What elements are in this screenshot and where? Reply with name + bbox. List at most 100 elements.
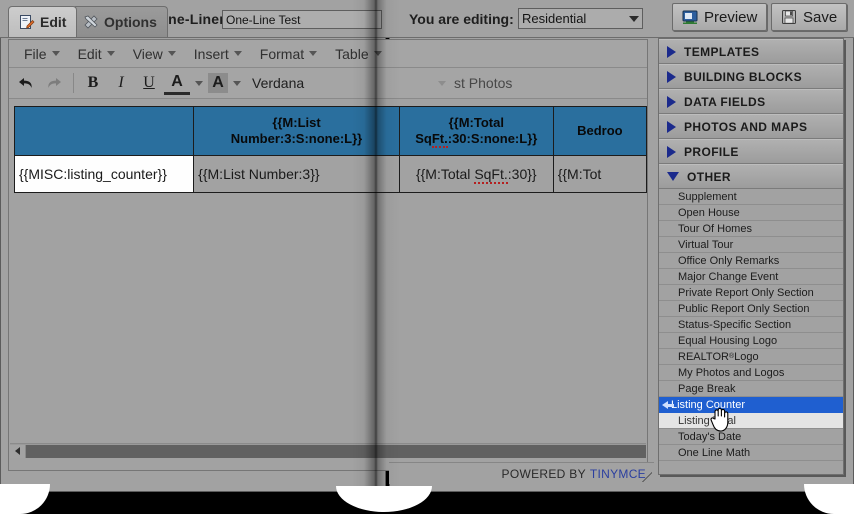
chevron-down-icon	[233, 51, 242, 56]
sidebar-section-label: OTHER	[687, 169, 731, 184]
sidebar-item-tour-of-homes[interactable]: Tour Of Homes	[659, 221, 843, 237]
text-color-chevron-down-icon[interactable]	[192, 71, 206, 95]
powered-by-label: POWERED BY	[501, 466, 586, 481]
cell-total-sqft[interactable]: {{M:Total SqFt.:30}}	[398, 155, 554, 193]
table-body-row: {{MISC:listing_counter}} {{M:List Number…	[13, 155, 647, 193]
preview-button[interactable]: Preview	[672, 3, 768, 31]
menu-edit[interactable]: Edit	[69, 44, 124, 64]
scrollbar-thumb[interactable]	[26, 444, 646, 458]
font-size-select[interactable]: st Photos	[448, 75, 568, 91]
sidebar-section-label: TEMPLATES	[684, 44, 760, 59]
tab-options[interactable]: Options	[72, 6, 168, 37]
menu-file-label: File	[24, 45, 47, 62]
sidebar-section-photos-and-maps[interactable]: PHOTOS AND MAPS	[659, 114, 843, 139]
sidebar-item-virtual-tour[interactable]: Virtual Tour	[659, 237, 843, 253]
triangle-right-icon	[667, 70, 676, 83]
chevron-down-icon	[373, 51, 382, 56]
page-curl-left	[0, 484, 50, 514]
sidebar-section-building-blocks[interactable]: BUILDING BLOCKS	[659, 64, 843, 89]
sidebar-item-open-house[interactable]: Open House	[659, 205, 843, 221]
sidebar-section-other[interactable]: OTHER	[659, 164, 843, 189]
sidebar-item-public-report-only-section[interactable]: Public Report Only Section	[659, 301, 843, 317]
sidebar-section-data-fields[interactable]: DATA FIELDS	[659, 89, 843, 114]
editor-canvas[interactable]: {{M:List Number:3:S:none:L}} {{M:Total SqF…	[9, 100, 647, 470]
sidebar-item-my-photos-and-logos[interactable]: My Photos and Logos	[659, 365, 843, 381]
cell-bedrooms[interactable]: {{M:Tot	[552, 155, 647, 193]
table-header-row: {{M:List Number:3:S:none:L}} {{M:Total SqF…	[13, 106, 647, 156]
cell-list-number[interactable]: {{M:List Number:3}}	[193, 155, 400, 193]
bold-button[interactable]: B	[80, 71, 106, 95]
editor-horizontal-scrollbar[interactable]	[10, 443, 646, 458]
tab-edit[interactable]: Edit	[8, 6, 78, 37]
sidebar-item-office-only-remarks[interactable]: Office Only Remarks	[659, 253, 843, 269]
text-color-button[interactable]: A	[164, 72, 190, 95]
font-family-select[interactable]: Verdana	[246, 75, 446, 91]
sidebar-item-page-break[interactable]: Page Break	[659, 381, 843, 397]
app-root: File Edit View Insert Format Table B I U…	[0, 0, 854, 514]
menu-table[interactable]: Table	[326, 44, 390, 64]
background-color-chevron-down-icon[interactable]	[230, 71, 244, 95]
sidebar-item-listing-counter[interactable]: Listing Counter	[659, 397, 843, 413]
header-cell-blank[interactable]	[13, 106, 195, 156]
undo-arrow-icon[interactable]	[13, 71, 39, 95]
menu-table-label: Table	[335, 45, 369, 62]
sidebar-item-label: Major Change Event	[678, 270, 779, 283]
save-button-label: Save	[803, 8, 838, 26]
sidebar-item-private-report-only-section[interactable]: Private Report Only Section	[659, 285, 843, 301]
font-family-value: Verdana	[252, 75, 305, 91]
save-button[interactable]: Save	[771, 3, 848, 31]
sidebar-item-one-line-math[interactable]: One Line Math	[659, 445, 843, 461]
redo-arrow-icon	[41, 71, 67, 95]
underline-button[interactable]: U	[136, 71, 162, 95]
merge-field-table: {{M:List Number:3:S:none:L}} {{M:Total SqF…	[13, 106, 647, 193]
scroll-left-arrow-icon[interactable]	[10, 444, 26, 458]
menu-view[interactable]: View	[124, 44, 185, 64]
sidebar-item-supplement[interactable]: Supplement	[659, 189, 843, 205]
chevron-down-icon	[167, 51, 176, 56]
sidebar-item-equal-housing-logo[interactable]: Equal Housing Logo	[659, 333, 843, 349]
chevron-down-icon	[51, 51, 60, 56]
toolbar-divider	[73, 73, 74, 93]
editing-type-select[interactable]: Residential	[518, 8, 643, 29]
sidebar-item-label: Equal Housing Logo	[678, 334, 778, 347]
sidebar-item-listing-total[interactable]: Listing Total	[659, 413, 843, 429]
triangle-right-icon	[667, 120, 676, 133]
sidebar-item-label: Supplement	[678, 190, 737, 203]
top-tab-bar: Edit Options One-Liner: You are editing:…	[0, 0, 854, 38]
resize-handle-icon[interactable]	[642, 472, 652, 482]
italic-button[interactable]: I	[108, 71, 134, 95]
one-liner-label: One-Liner:	[157, 11, 230, 27]
menu-insert[interactable]: Insert	[185, 44, 251, 64]
background-color-button[interactable]: A	[208, 73, 228, 93]
sidebar-item-label: Tour Of Homes	[678, 222, 752, 235]
arrow-left-icon	[662, 400, 674, 409]
sidebar-item-label: Office Only Remarks	[678, 254, 780, 267]
sidebar-section-templates[interactable]: TEMPLATES	[659, 39, 843, 64]
sidebar-item-realtor[interactable]: REALTOR ® Logo	[659, 349, 843, 365]
sidebar-item-today-s-date[interactable]: Today's Date	[659, 429, 843, 445]
menu-edit-label: Edit	[77, 45, 102, 62]
sidebar-item-label: REALTOR	[678, 350, 729, 363]
one-liner-input[interactable]	[222, 10, 382, 29]
sidebar-item-label: Open House	[678, 206, 740, 219]
header-cell-total-sqft[interactable]: {{M:Total SqFt.:30:S:none:L}}	[398, 106, 554, 156]
floppy-disk-icon	[781, 9, 797, 25]
sidebar-section-profile[interactable]: PROFILE	[659, 139, 843, 164]
sidebar-item-label: Listing Total	[678, 414, 736, 427]
sidebar-sections: TEMPLATES BUILDING BLOCKS DATA FIELDS PHOTO…	[659, 39, 843, 189]
cell-listing-counter[interactable]: {{MISC:listing_counter}}	[13, 155, 195, 193]
menu-view-label: View	[132, 45, 163, 62]
menu-format[interactable]: Format	[251, 44, 326, 64]
sidebar-section-label: BUILDING BLOCKS	[684, 69, 802, 84]
menu-format-label: Format	[259, 45, 305, 62]
sidebar-section-label: PHOTOS AND MAPS	[684, 119, 808, 134]
header-cell-list-number[interactable]: {{M:List Number:3:S:none:L}}	[193, 106, 400, 156]
header-cell-bedrooms[interactable]: Bedroo	[552, 106, 647, 156]
sidebar-item-major-change-event[interactable]: Major Change Event	[659, 269, 843, 285]
sidebar-item-status-specific-section[interactable]: Status-Specific Section	[659, 317, 843, 333]
sidebar-item-label-suffix: Logo	[734, 350, 759, 363]
tinymce-link[interactable]: TINYMCE	[590, 467, 646, 481]
menu-file[interactable]: File	[15, 44, 69, 64]
editor-menubar: File Edit View Insert Format Table	[9, 40, 647, 68]
chevron-down-icon	[309, 51, 318, 56]
